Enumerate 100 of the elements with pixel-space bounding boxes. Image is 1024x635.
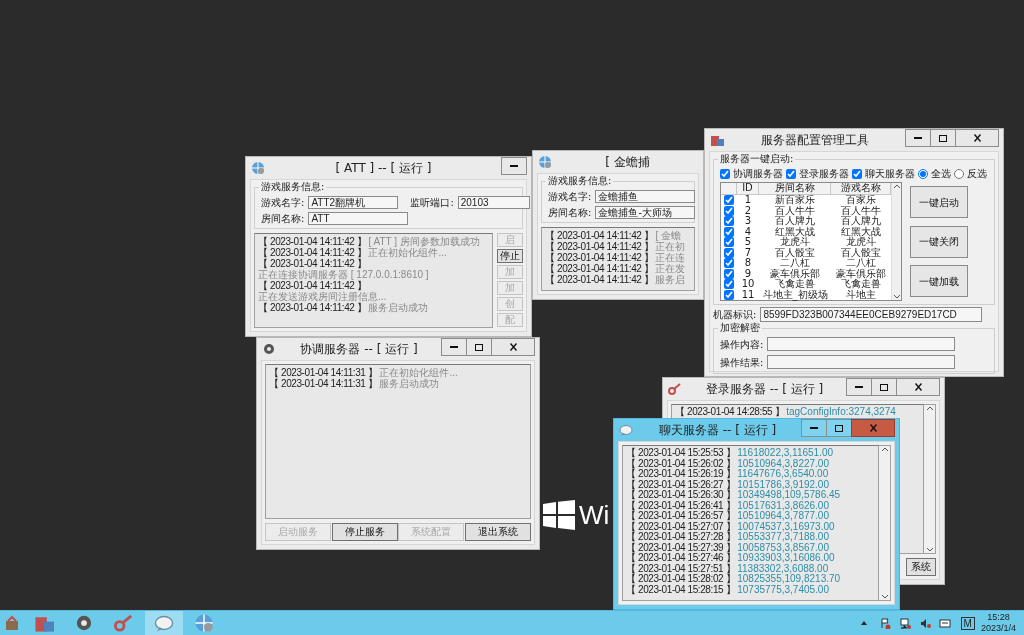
table-cell-text: 百人牌九	[774, 216, 816, 226]
input-field[interactable]: 金蟾捕鱼	[595, 190, 696, 203]
checkbox[interactable]	[724, 216, 734, 227]
minimize-button[interactable]	[846, 378, 872, 396]
button[interactable]: 一键关闭	[910, 225, 968, 258]
server-icon	[710, 133, 724, 147]
close-button[interactable]	[896, 378, 940, 396]
scroll-down-icon[interactable]	[892, 294, 901, 300]
scroll-down-icon[interactable]	[925, 547, 934, 553]
log-message: 10825355,109,8213.70	[737, 574, 841, 585]
maximize-button[interactable]	[826, 419, 852, 437]
log-time: 【 2023-01-04 15:26:30 】	[626, 490, 736, 501]
log-time: 【 2023-01-04 15:27:46 】	[626, 553, 736, 564]
log-time: 【 2023-01-04 15:27:07 】	[626, 521, 736, 532]
network-icon[interactable]	[898, 617, 911, 629]
button[interactable]: 退出系统	[464, 523, 531, 541]
input-field[interactable]	[767, 337, 956, 351]
button[interactable]: 停止服务	[331, 523, 398, 541]
log-message: 正在初始化组件...	[368, 247, 447, 258]
log-time: 【 2023-01-04 15:26:19 】	[626, 469, 736, 480]
log-message: 10151786,3,9192.00	[737, 479, 829, 490]
chat-icon	[154, 613, 174, 633]
scroll-down-icon[interactable]	[880, 594, 889, 600]
table-cell-text: 2	[743, 205, 753, 216]
table-cell-text: 百人牛牛	[774, 205, 816, 216]
button[interactable]: 一键加载	[910, 265, 968, 297]
checkbox[interactable]	[724, 195, 734, 206]
button[interactable]: 系统	[906, 558, 936, 576]
log-time: 【 2023-01-04 14:11:42 】	[545, 230, 654, 241]
input-field[interactable]: 8599FD323B007344EE0CEB9279ED17CD	[760, 307, 983, 322]
checkbox[interactable]	[786, 168, 796, 179]
table-cell-text: 红黑大战	[840, 226, 882, 237]
field-label: 游戏名字:	[261, 197, 305, 208]
checkbox[interactable]	[724, 268, 734, 279]
log-message: 10349498,109,5786.45	[737, 490, 841, 501]
log-time: 【 2023-01-04 14:11:42 】	[545, 263, 654, 274]
checkbox[interactable]	[724, 247, 734, 258]
minimize-icon	[914, 137, 922, 139]
table-cell-text: 百人牛牛	[840, 205, 882, 216]
maximize-button[interactable]	[930, 129, 956, 147]
checkbox-label: 协调服务器	[733, 168, 783, 179]
group-title: 服务器一键启动:	[718, 153, 796, 164]
field-label: 操作结果:	[720, 356, 764, 368]
minimize-icon	[510, 165, 518, 167]
column-header: ID	[737, 183, 759, 195]
log-message: 11647676,3,6540.00	[737, 469, 829, 480]
keyboard-icon[interactable]	[938, 617, 951, 629]
field-label: 机器标识:	[713, 309, 757, 320]
table-cell-text: 11	[740, 289, 756, 300]
scrollbar[interactable]	[924, 404, 936, 554]
log-time: 【 2023-01-04 14:11:42 】	[258, 280, 367, 291]
flag-icon[interactable]	[878, 617, 891, 629]
log-message: [ ATT ] 房间参数加载成功	[368, 236, 480, 247]
field-label: 游戏名字:	[548, 191, 592, 202]
scroll-up-icon[interactable]	[880, 446, 889, 452]
checkbox[interactable]	[724, 226, 734, 237]
scrollbar[interactable]	[879, 445, 891, 601]
input-field[interactable]: ATT2翻牌机	[308, 196, 399, 209]
log-time: 【 2023-01-04 15:28:15 】	[626, 584, 736, 595]
log-time: 【 2023-01-04 15:26:27 】	[626, 479, 736, 490]
scroll-up-icon[interactable]	[925, 405, 934, 411]
button[interactable]: 停止	[497, 249, 523, 263]
log-time: 【 2023-01-04 14:11:42 】	[258, 258, 367, 269]
maximize-button[interactable]	[466, 338, 492, 356]
maximize-icon	[475, 343, 483, 351]
log-time: 【 2023-01-04 15:26:57 】	[626, 511, 736, 522]
input-method-indicator[interactable]: M	[960, 616, 975, 630]
checkbox[interactable]	[724, 205, 734, 216]
input-field[interactable]: 金蟾捕鱼-大师场	[595, 206, 696, 219]
close-button[interactable]	[955, 129, 999, 147]
clock-time[interactable]: 15:28	[987, 612, 1010, 623]
column-header: 游戏名称	[831, 183, 891, 195]
taskbar-app[interactable]	[145, 610, 183, 635]
log-message: 10735775,3,7405.00	[737, 584, 829, 595]
minimize-button[interactable]	[441, 338, 467, 356]
field-label: 房间名称:	[548, 207, 592, 218]
table-cell-text: 二八杠	[780, 258, 811, 268]
radio-button[interactable]	[918, 168, 928, 179]
checkbox[interactable]	[852, 168, 862, 179]
table-cell-text: 7	[743, 247, 753, 258]
minimize-button[interactable]	[501, 157, 527, 175]
radio-button[interactable]	[954, 168, 964, 179]
clock-date[interactable]: 2023/1/4	[980, 623, 1016, 634]
speaker-icon[interactable]	[918, 617, 931, 629]
input-field[interactable]	[767, 355, 956, 369]
checkbox[interactable]	[724, 289, 734, 300]
minimize-button[interactable]	[801, 419, 827, 437]
toolbox-icon	[4, 615, 20, 631]
checkbox[interactable]	[720, 168, 730, 179]
minimize-button[interactable]	[905, 129, 931, 147]
input-field[interactable]: ATT	[308, 212, 409, 225]
checkbox[interactable]	[724, 279, 734, 290]
checkbox[interactable]	[724, 258, 734, 269]
input-field[interactable]: 20103	[457, 196, 530, 209]
checkbox[interactable]	[724, 237, 734, 248]
close-button[interactable]	[491, 338, 535, 356]
maximize-button[interactable]	[871, 378, 897, 396]
scroll-up-icon[interactable]	[892, 183, 901, 189]
button[interactable]: 一键启动	[910, 186, 968, 218]
checkbox-label: 登录服务器	[799, 168, 849, 179]
